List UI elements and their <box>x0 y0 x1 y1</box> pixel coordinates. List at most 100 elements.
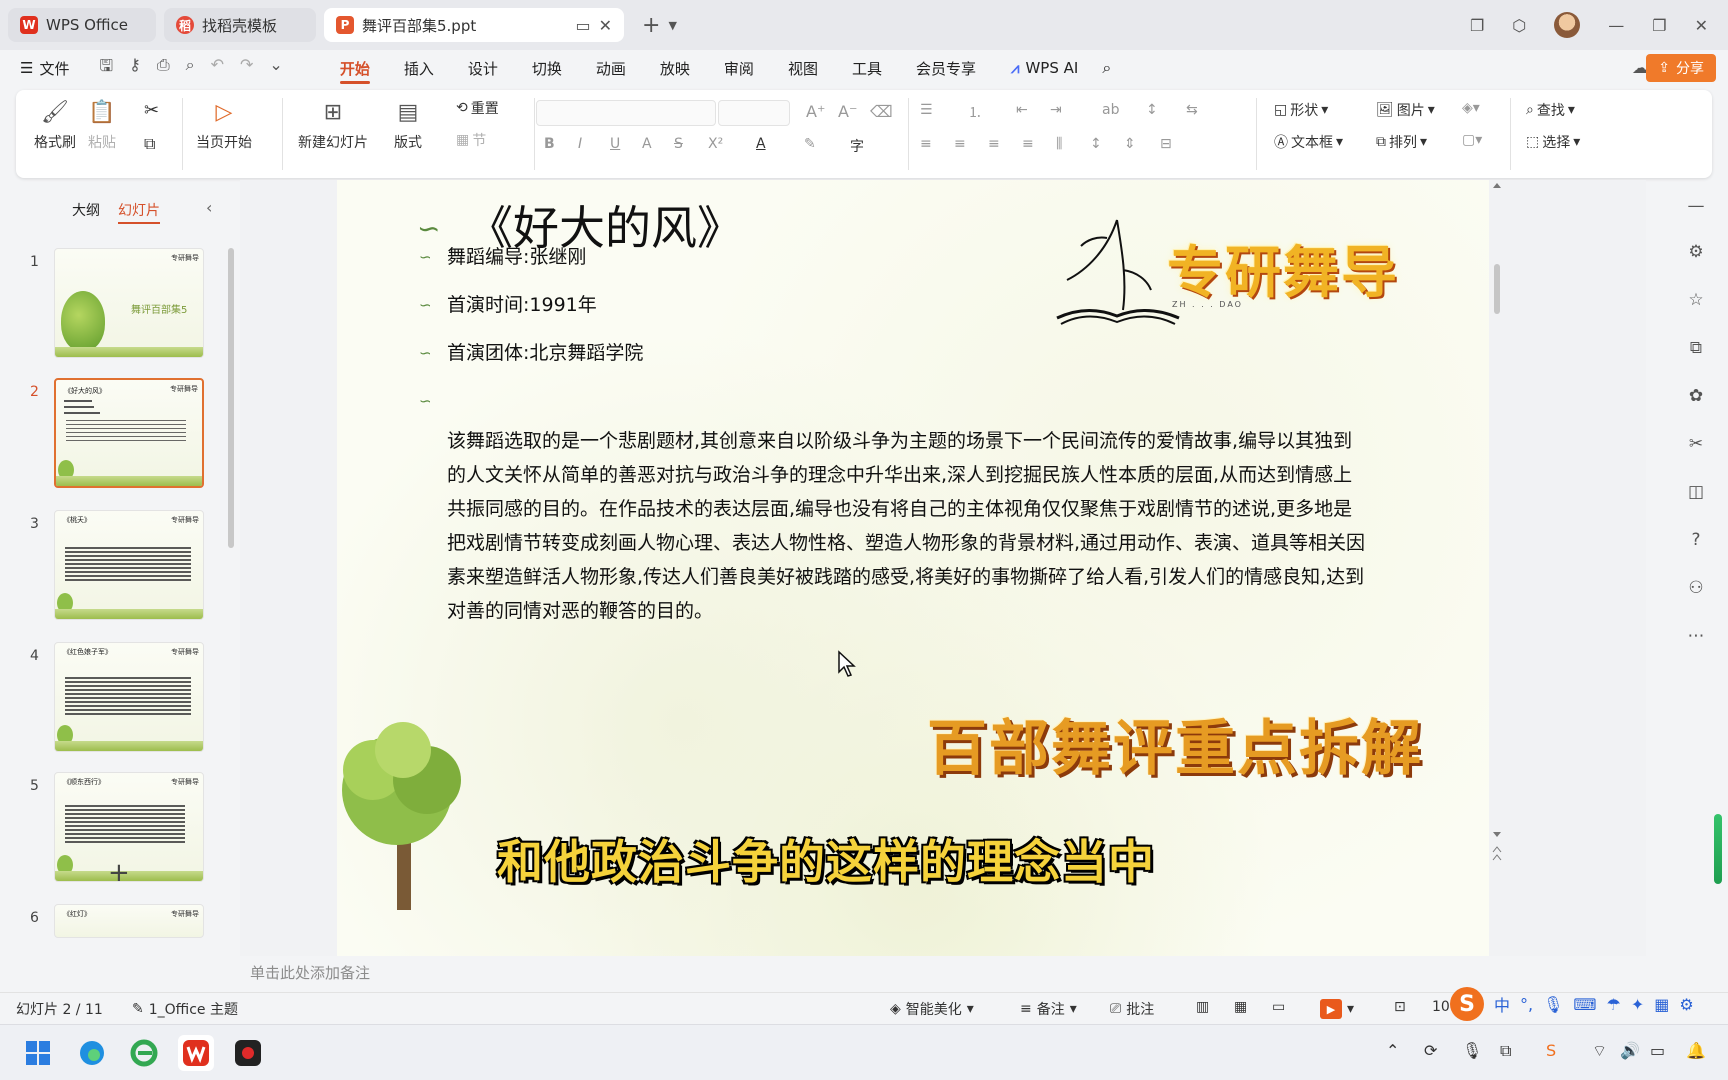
ime-lang[interactable]: 中 <box>1494 992 1510 1016</box>
star-icon[interactable]: ☆ <box>1686 290 1706 310</box>
arrange-button[interactable]: ⧉ 排列 ▾ <box>1376 132 1427 152</box>
close-icon[interactable]: ✕ <box>1695 16 1708 35</box>
font-color-icon[interactable]: A <box>756 136 766 152</box>
animation-icon[interactable]: ⧉ <box>1686 338 1706 358</box>
collapse-icon[interactable]: — <box>1686 196 1706 216</box>
tab-preview-icon[interactable]: ▭ <box>575 16 590 35</box>
grid-icon[interactable]: ▦ <box>1654 995 1669 1014</box>
indent-icon[interactable]: ⇥ <box>1050 102 1062 118</box>
tab-document[interactable]: P 舞评百部集5.ppt ▭ ✕ <box>324 8 624 42</box>
chevron-down-icon[interactable]: ▼ <box>668 19 676 32</box>
battery-icon[interactable]: ▭ <box>1650 1041 1665 1060</box>
print-preview-icon[interactable]: ⌕ <box>186 55 195 82</box>
sogou-tray-icon[interactable]: S <box>1546 1041 1556 1060</box>
floating-tab[interactable] <box>1714 814 1722 884</box>
panel-scrollbar[interactable] <box>228 248 234 548</box>
ie-browser-icon[interactable] <box>126 1035 162 1071</box>
increase-font-icon[interactable]: A⁺ <box>806 102 825 121</box>
redo-icon[interactable]: ↷ <box>240 55 253 82</box>
paste-button[interactable]: 📋 粘贴 <box>88 98 116 152</box>
robot-icon[interactable]: ⚇ <box>1686 578 1706 598</box>
window-list-icon[interactable]: ❐ <box>1470 16 1484 35</box>
bold-icon[interactable]: B <box>544 136 555 152</box>
tab-outline[interactable]: 大纲 <box>72 200 100 224</box>
game-icon[interactable]: ✦ <box>1631 995 1644 1014</box>
align-left-icon[interactable]: ≡ <box>920 136 932 152</box>
slideshow-button[interactable]: ▶ ▾ <box>1320 999 1354 1019</box>
more-icon[interactable]: ⋯ <box>1686 626 1706 646</box>
textbox-button[interactable]: Ⓐ 文本框 ▾ <box>1274 132 1343 152</box>
info-line-choreographer[interactable]: 舞蹈编导:张继刚 <box>447 242 586 269</box>
share-button[interactable]: ⇪ 分享 <box>1646 54 1716 82</box>
tray-expand-icon[interactable]: ⌃ <box>1386 1041 1399 1060</box>
help-icon[interactable]: ? <box>1686 530 1706 550</box>
layout-button[interactable]: ▤ 版式 <box>394 98 422 152</box>
mic-tray-icon[interactable]: 🎙 <box>1462 1041 1482 1060</box>
sort-icon[interactable]: ↕ <box>1146 102 1158 118</box>
menu-tools[interactable]: 工具 <box>835 50 899 86</box>
reading-view-icon[interactable]: ▭ <box>1272 999 1285 1015</box>
number-list-icon[interactable]: ⒈ <box>968 102 982 122</box>
tools-icon[interactable]: ✂ <box>1686 434 1706 454</box>
book-icon[interactable]: ◫ <box>1686 482 1706 502</box>
slide-scrollbar[interactable] <box>1490 180 1504 870</box>
shape-button[interactable]: ◱ 形状 ▾ <box>1274 100 1328 120</box>
slide-thumbnail-2[interactable]: 专研舞导 《好大的风》 <box>54 378 204 488</box>
strikethrough-icon[interactable]: S <box>674 136 683 152</box>
slide-thumbnail-6[interactable]: 专研舞导 《红灯》 <box>54 904 204 938</box>
undo-icon[interactable]: ↶ <box>211 55 224 82</box>
wifi-icon[interactable]: ⌔ <box>1592 1041 1607 1061</box>
tab-wps-office[interactable]: W WPS Office <box>8 8 156 42</box>
skin-icon[interactable]: ☂ <box>1607 995 1621 1014</box>
format-painter-button[interactable]: 🖌 格式刷 <box>34 98 76 152</box>
slide-thumbnail-4[interactable]: 专研舞导 《红色娘子军》 <box>54 642 204 752</box>
slide-thumbnail-1[interactable]: 专研舞导 舞评百部集5 <box>54 248 204 358</box>
volume-icon[interactable]: 🔊 <box>1620 1041 1640 1060</box>
notes-button[interactable]: ≡ 备注 ▾ <box>1020 999 1077 1019</box>
cut-icon[interactable]: ✂ <box>144 100 159 121</box>
file-menu[interactable]: ☰ 文件 <box>20 58 69 79</box>
search-icon[interactable]: ⌕ <box>1102 58 1111 78</box>
reset-button[interactable]: ⟲ 重置 <box>456 98 499 118</box>
copy-icon[interactable]: ⧉ <box>144 134 155 154</box>
slide[interactable]: ∽ 《好大的风》 ZH . . . DAO 专研舞导 ∽ 舞蹈编导:张继刚 ∽ … <box>337 180 1489 956</box>
select-button[interactable]: ⬚ 选择 ▾ <box>1526 132 1580 152</box>
align-center-icon[interactable]: ≡ <box>954 136 966 152</box>
notes-field[interactable]: 单击此处添加备注 <box>240 958 1646 988</box>
restore-icon[interactable]: ❐ <box>1652 16 1666 35</box>
align-right-icon[interactable]: ≡ <box>988 136 1000 152</box>
picture-button[interactable]: 🖼 图片 ▾ <box>1376 100 1435 120</box>
tab-templates[interactable]: 稻 找稻壳模板 <box>164 8 316 42</box>
justify-icon[interactable]: ≡ <box>1022 136 1034 152</box>
new-tab-button[interactable]: + <box>642 13 660 38</box>
minimize-icon[interactable]: — <box>1608 16 1624 35</box>
decrease-font-icon[interactable]: A⁻ <box>838 102 857 121</box>
outline-icon[interactable]: ▢▾ <box>1462 132 1482 148</box>
menu-view[interactable]: 视图 <box>771 50 835 86</box>
menu-home[interactable]: 开始 <box>323 50 387 86</box>
sorter-view-icon[interactable]: ▦ <box>1234 999 1247 1015</box>
highlight-icon[interactable]: ✎ <box>804 136 816 152</box>
cube-icon[interactable]: ⬡ <box>1512 16 1526 35</box>
outdent-icon[interactable]: ⇤ <box>1016 102 1028 118</box>
ime-tray-icon[interactable]: ⧉ <box>1500 1041 1511 1061</box>
description-paragraph[interactable]: 该舞蹈选取的是一个悲剧题材,其创意来自以阶级斗争为主题的场景下一个民间流传的爱情… <box>447 424 1367 628</box>
find-button[interactable]: ⌕ 查找 ▾ <box>1526 100 1575 120</box>
convert-icon[interactable]: ⇆ <box>1186 102 1198 118</box>
font-size-select[interactable] <box>718 100 790 126</box>
tab-slides[interactable]: 幻灯片 <box>118 200 160 224</box>
new-slide-button[interactable]: ⊞ 新建幻灯片 <box>298 98 368 152</box>
keyboard-icon[interactable]: ⌨ <box>1573 995 1596 1014</box>
section-button[interactable]: ▦ 节 <box>456 130 486 150</box>
menu-design[interactable]: 设计 <box>451 50 515 86</box>
tab-close-icon[interactable]: ✕ <box>599 16 612 35</box>
sogou-logo-icon[interactable]: S <box>1450 987 1484 1021</box>
underline-icon[interactable]: U <box>610 136 620 152</box>
smart-beautify-button[interactable]: ◈ 智能美化 ▾ <box>890 999 974 1019</box>
line-spacing-icon[interactable]: ↕ <box>1090 136 1102 152</box>
vertical-align-icon[interactable]: ⊟ <box>1160 136 1172 152</box>
info-line-premiere-troupe[interactable]: 首演团体:北京舞蹈学院 <box>447 338 643 365</box>
menu-slideshow[interactable]: 放映 <box>643 50 707 86</box>
microphone-icon[interactable]: 🎙 <box>1543 995 1563 1014</box>
more-chevron-icon[interactable]: ⌄ <box>269 55 282 82</box>
